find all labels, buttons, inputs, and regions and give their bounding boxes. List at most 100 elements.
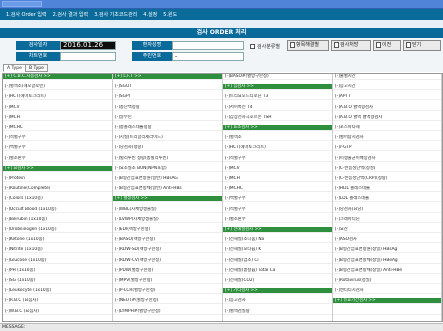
test-item[interactable]: [-]트리요오드티로닌 T3 [223,94,332,101]
test-item[interactable]: [-]RDW-CV(헥방구한정) [113,258,222,264]
test-item[interactable]: [-]W.B.C (요침사) [3,309,112,315]
test-item[interactable]: [-]혈색소 [223,135,332,142]
test-item[interactable]: [-]C-반응성단백(정성) [333,166,441,172]
test-group-header[interactable]: [+] 효소검사 >> [223,125,332,131]
test-item[interactable]: [-]B형간염표면항원(일반) HBsAG [113,176,222,182]
test-item[interactable]: [-]혈액검질량 [223,309,332,315]
test-group-header[interactable]: [+] 심검사 >> [223,84,332,91]
test-item[interactable]: [-]LDL 콜레스테롤 [333,196,441,203]
test-item[interactable]: [-]Bilirubin (1x10종) [3,217,112,223]
test-item[interactable]: [-]SGPT [113,94,222,101]
test-item[interactable]: [-]B형간염표면항원(정밀) HBsAg [333,247,441,254]
test-item[interactable]: [-]Occult Blood (1x10종) [3,207,112,213]
test-item[interactable]: [-]갑상선자극호르몬 TSH [223,115,332,121]
test-item[interactable]: [-]HCT(헤마토크리트) [223,145,332,152]
resident-number-field[interactable]: - [172,52,244,61]
test-item[interactable]: [-]WBL(자체방생물질) [113,207,222,213]
test-item[interactable]: [-]크레아티닌 [333,217,441,223]
test-item[interactable]: [-]전해질(총칼슘) Total Ca [223,268,332,274]
test-item[interactable]: [-]당검사(요당) [333,207,441,213]
test-item[interactable]: [-]Routine(Complete) [3,186,112,193]
test-item[interactable]: [-]요산 [333,227,441,233]
test-item[interactable]: [-]혈소판수 [3,156,112,162]
test-item[interactable]: [-]EDI(헥방구한정) [113,227,222,233]
test-item[interactable]: [-]Glucose (1x10종) [3,258,112,264]
test-item[interactable] [333,309,441,315]
menu-item[interactable]: 1.검사 Order 입력 [6,11,47,18]
test-item[interactable]: [-]전해질(포타슘) K [223,247,332,254]
test-item[interactable]: [-]B형간염표면항체(정밀) HBeAg [333,258,441,264]
test-item[interactable]: [-]Ketone (1x10종) [3,237,112,244]
test-item[interactable]: [-]지질(트리글리세라이드) [113,135,222,142]
test-item[interactable]: [-]당검사(정량) [113,145,222,152]
test-item[interactable]: [-]A.B.O 혈액형검사 [333,105,441,111]
item-select-button[interactable]: 항목해결별 [287,40,329,51]
test-item[interactable]: [-]Rotavirus(정밀) [333,278,441,284]
test-item[interactable]: [-]PH (1x10종) [3,268,112,274]
test-item[interactable]: [-]ASO검사 [333,237,441,244]
test-item[interactable]: [-]포스파타제 [333,125,441,131]
test-item[interactable]: [-]MCH [3,115,112,121]
test-item[interactable]: [-]백혈구수 [223,196,332,203]
menu-item[interactable]: 2.검사 결과 입력 [53,11,89,18]
test-item[interactable]: [-]Urobilinogen (1x10종) [3,227,112,233]
close-button[interactable]: 닫기 [403,40,441,51]
tab-b-type[interactable]: B Type [25,64,48,72]
test-item[interactable]: [-]Protein [3,176,112,182]
test-group-header[interactable]: [+] C.B.C.자동검사 >> [3,74,112,80]
test-item[interactable]: [-]MCV [223,166,332,172]
test-item[interactable]: [-]MCHC [223,186,332,193]
test-group-header[interactable]: [+] 유효기간검사 >> [333,298,441,305]
test-item[interactable]: [-]MCHC [3,125,112,131]
chart-number-field[interactable] [60,52,116,61]
test-item[interactable]: [-]출혈시간 [333,74,441,80]
test-item[interactable]: [-]SG (1x10종) [3,278,112,284]
test-item[interactable]: [-]적혈구수 [223,156,332,162]
test-item[interactable]: [-]MCV [3,105,112,111]
test-item[interactable]: [-]요소질소 BUN(NPN포함) [113,166,222,172]
test-item[interactable]: [-]전해질(CO2) [223,278,332,284]
test-item[interactable]: [-]전해질(소디움) Na [223,237,332,244]
test-item[interactable]: [-]적혈구수 [223,207,332,213]
patient-name-field[interactable] [172,41,244,50]
test-item[interactable]: [-]HCT(헤마토크리트) [3,94,112,101]
test-item[interactable]: [-]서이록신 T4 [223,105,332,111]
test-item[interactable]: [-]Nitrite (1x10종) [3,247,112,254]
test-item[interactable]: [-]총단백정량 [113,105,222,111]
tab-a-type[interactable]: A Type [3,64,26,72]
test-item[interactable]: [-]응고검사 [223,298,332,305]
test-item[interactable]: [-]Colors (1x10종) [3,196,112,203]
test-item[interactable]: [-]BASO#(혈방구한정) [223,74,332,80]
test-item[interactable]: [-]응고시간 [333,84,441,91]
menu-item[interactable]: 4.설정 [143,11,157,18]
test-item[interactable]: [-]HDL 콜레스테롤 [333,186,441,193]
test-item[interactable]: [-]RDW-SD(헥방구한정) [113,247,222,254]
test-item[interactable]: [-]엔티티치검사 [333,288,441,295]
test-item[interactable]: [-]B형간염표면항체(정밀) Anti-HBe [333,268,441,274]
test-item[interactable]: [-]C-반응성단백(CRP)(정량) [333,176,441,182]
test-item[interactable]: [-]혈색소(헤모글로빈) [3,84,112,91]
test-item[interactable]: [-]PDW(혈방구한정) [113,268,222,274]
prev-button[interactable]: 이전 [373,40,401,51]
test-item[interactable]: [-]r-GTP [333,145,441,152]
test-item[interactable]: [-]혈어탐지검사 [333,135,441,142]
test-item[interactable]: [-]총콜레스테롤정량 [113,125,222,131]
test-item[interactable]: [-]빌리루빈 정량(총빌리루빈) [113,156,222,162]
test-item[interactable]: [-]알부민 [113,115,222,121]
test-group-header[interactable]: [+] L.F.T >> [113,74,222,80]
test-item[interactable]: [-]B형간염표면항체(일반) Anti-HBs [113,186,222,193]
test-item[interactable]: [-]A.B.O 혈액 혈액형검사 [333,115,441,121]
test-item[interactable]: [-]APTT [333,94,441,101]
test-item[interactable]: [-]적혈구수 [3,135,112,142]
menu-item[interactable]: 5.윈도 [163,11,177,18]
test-group-header[interactable]: [+] 요검사 >> [3,165,112,172]
test-item[interactable]: [-]R.B.C (요침사) [3,298,112,305]
test-item[interactable]: [-]MCH [223,176,332,182]
test-item[interactable]: [-]NEUT#(혈방구한정) [113,298,222,305]
test-item[interactable]: [-]P-LCR(혈방구한정) [113,288,222,295]
menu-item[interactable]: 3.검사 기초코드관리 [94,11,137,18]
test-group-header[interactable]: [+] 기타검사 >> [223,288,332,295]
test-item[interactable]: [-]전해질(염소) Cl [223,258,332,264]
test-item[interactable]: [-]Leukocyte (1x10종) [3,288,112,295]
check-order-button[interactable]: 검사처방 [331,40,371,51]
